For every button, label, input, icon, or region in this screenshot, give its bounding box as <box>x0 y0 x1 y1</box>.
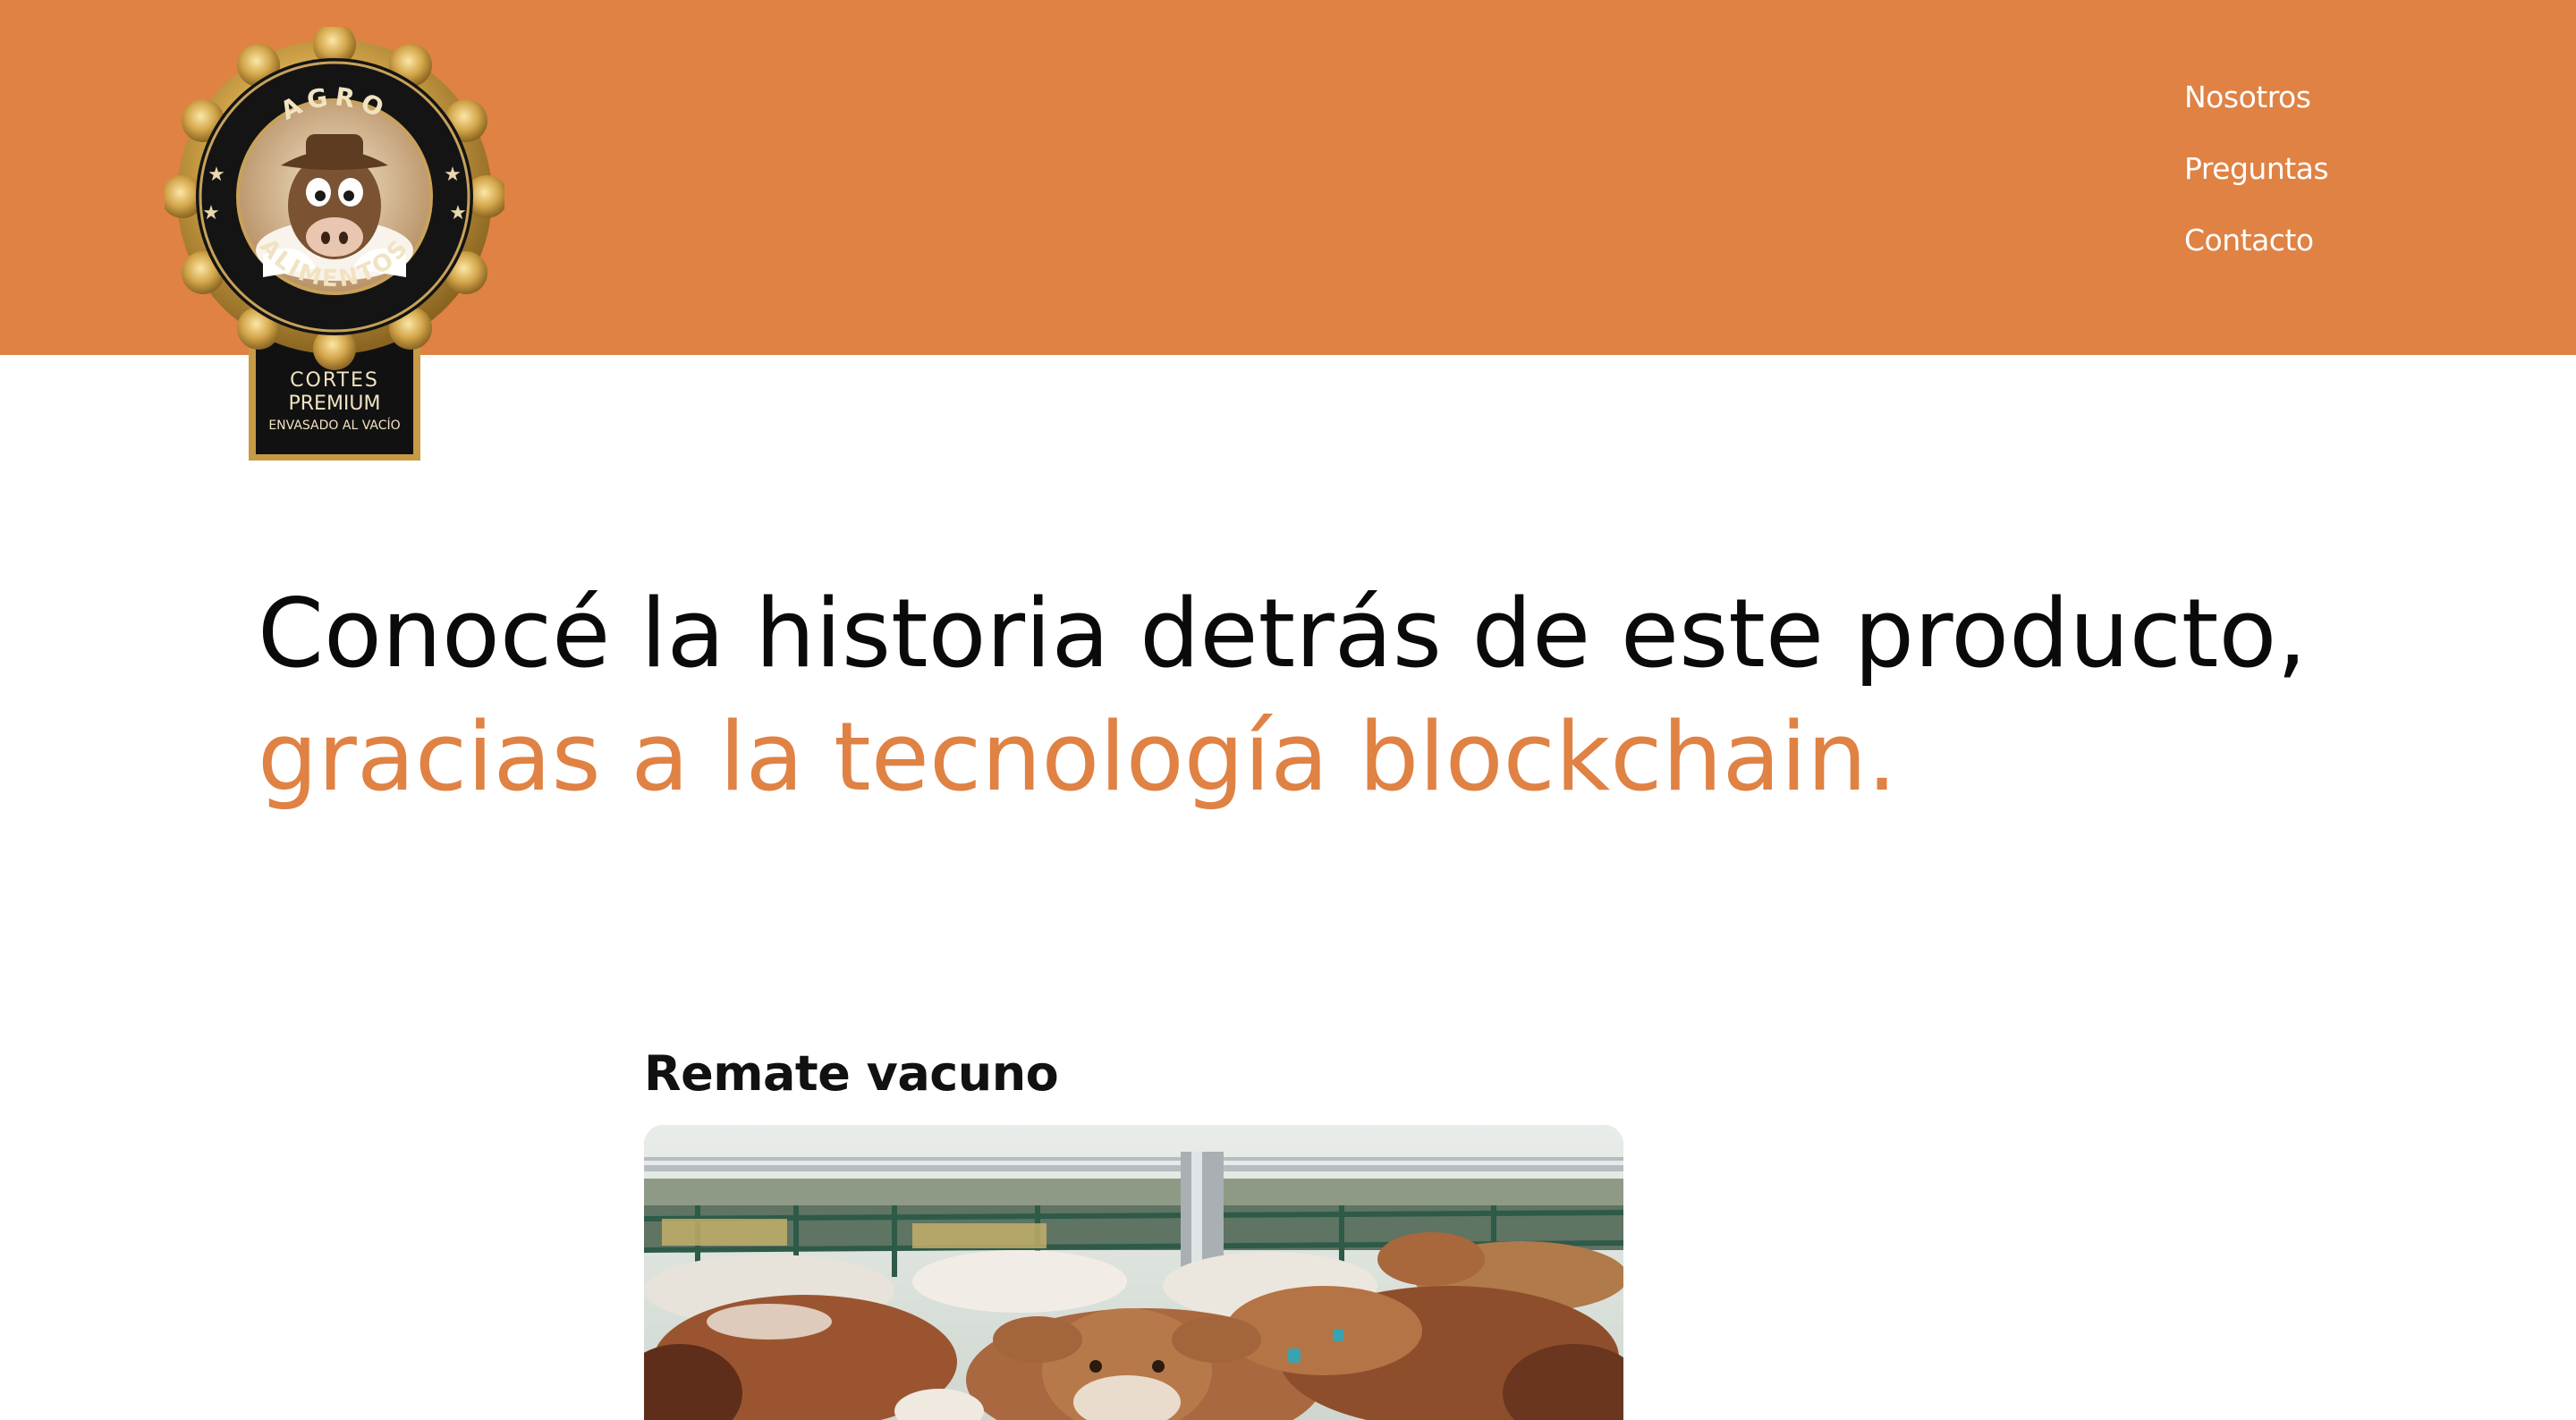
ribbon-line2: PREMIUM <box>288 393 380 415</box>
svg-text:★: ★ <box>202 202 220 224</box>
cattle-photo-icon <box>644 1125 1623 1420</box>
nav-link-preguntas[interactable]: Preguntas <box>2184 148 2329 190</box>
ribbon-line3: ENVASADO AL VACÍO <box>268 418 400 433</box>
svg-text:★: ★ <box>208 164 225 186</box>
svg-text:★: ★ <box>444 164 462 186</box>
brand-logo[interactable]: ★ ★ ★ ★ AGRO ALIMENTOS CORTES PREMIUM EN… <box>161 23 508 465</box>
hero: Conocé la historia detrás de este produc… <box>258 572 2494 819</box>
cattle-photo[interactable] <box>644 1125 1623 1420</box>
ribbon-line1: CORTES <box>290 369 379 392</box>
brand-seal-icon: ★ ★ ★ ★ AGRO ALIMENTOS CORTES PREMIUM EN… <box>161 23 508 461</box>
hero-subheadline: gracias a la tecnología blockchain. <box>258 702 1897 812</box>
nav-link-contacto[interactable]: Contacto <box>2184 220 2328 261</box>
svg-text:★: ★ <box>449 202 467 224</box>
product-card[interactable]: Remate vacuno <box>644 1043 1623 1420</box>
nav-link-nosotros[interactable]: Nosotros <box>2184 77 2328 118</box>
card-title: Remate vacuno <box>644 1045 1059 1102</box>
main-nav: Nosotros Preguntas Contacto <box>2184 77 2329 261</box>
hero-headline: Conocé la historia detrás de este produc… <box>258 579 2308 689</box>
